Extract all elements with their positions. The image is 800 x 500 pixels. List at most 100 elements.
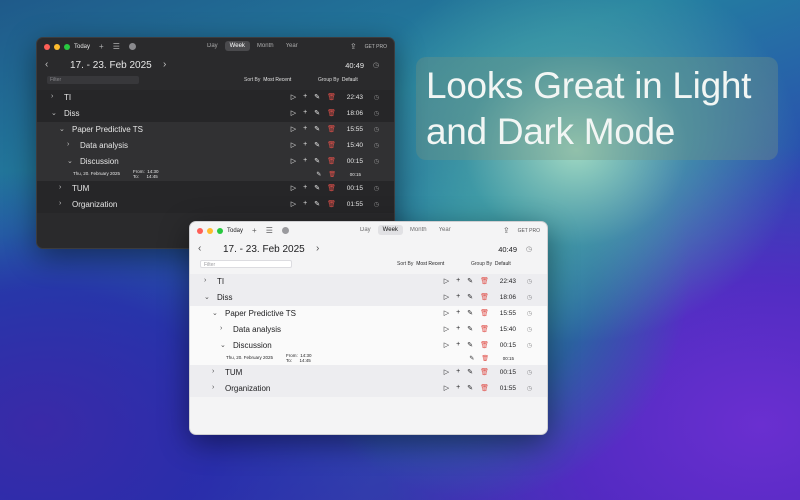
- tab-day[interactable]: Day: [355, 225, 376, 235]
- edit-icon[interactable]: ✎: [467, 368, 473, 376]
- delete-icon[interactable]: 🗑: [481, 355, 489, 362]
- delete-icon[interactable]: 🗑: [328, 171, 336, 178]
- get-pro-button[interactable]: GET PRO: [365, 44, 387, 50]
- project-row[interactable]: › TI ▷ + ✎ 🗑 22:43 ◷: [37, 90, 394, 106]
- time-entry-row[interactable]: Thu, 20. February 2025 From: 14:30 To: 1…: [190, 353, 547, 365]
- history-icon[interactable]: ◷: [374, 142, 379, 149]
- expand-icon[interactable]: ›: [212, 368, 214, 375]
- minimize-window-button[interactable]: [54, 44, 60, 50]
- expand-icon[interactable]: ›: [59, 200, 61, 207]
- delete-icon[interactable]: 🗑: [480, 309, 489, 317]
- edit-icon[interactable]: ✎: [467, 325, 473, 333]
- play-icon[interactable]: ▷: [444, 368, 449, 376]
- add-icon[interactable]: +: [303, 93, 307, 101]
- tab-day[interactable]: Day: [202, 41, 223, 51]
- edit-icon[interactable]: ✎: [314, 157, 320, 165]
- filter-input[interactable]: Filter: [200, 260, 292, 268]
- add-icon[interactable]: +: [303, 141, 307, 149]
- zoom-window-button[interactable]: [217, 228, 223, 234]
- project-row[interactable]: › TUM ▷ + ✎ 🗑 00:15 ◷: [37, 181, 394, 197]
- tab-month[interactable]: Month: [252, 41, 279, 51]
- history-icon[interactable]: ◷: [527, 326, 532, 333]
- play-icon[interactable]: ▷: [444, 277, 449, 285]
- project-row[interactable]: ⌄ Diss ▷ + ✎ 🗑 18:06 ◷: [37, 106, 394, 122]
- edit-icon[interactable]: ✎: [467, 341, 473, 349]
- share-icon[interactable]: ⇪: [503, 226, 510, 235]
- previous-week-button[interactable]: ‹: [45, 59, 48, 70]
- share-icon[interactable]: ⇪: [350, 42, 357, 51]
- delete-icon[interactable]: 🗑: [327, 125, 336, 133]
- history-icon[interactable]: ◷: [527, 278, 532, 285]
- expand-icon[interactable]: ›: [220, 325, 222, 332]
- add-icon[interactable]: +: [99, 42, 104, 51]
- delete-icon[interactable]: 🗑: [327, 93, 336, 101]
- add-icon[interactable]: +: [303, 184, 307, 192]
- history-icon[interactable]: ◷: [374, 185, 379, 192]
- project-row[interactable]: › Data analysis ▷ + ✎ 🗑 15:40 ◷: [37, 138, 394, 154]
- collapse-icon[interactable]: ⌄: [59, 125, 65, 133]
- add-icon[interactable]: +: [252, 226, 257, 235]
- close-window-button[interactable]: [197, 228, 203, 234]
- add-icon[interactable]: +: [303, 200, 307, 208]
- next-week-button[interactable]: ›: [316, 243, 319, 254]
- expand-icon[interactable]: ›: [67, 141, 69, 148]
- add-icon[interactable]: +: [456, 368, 460, 376]
- list-icon[interactable]: ☰: [266, 226, 273, 235]
- delete-icon[interactable]: 🗑: [480, 325, 489, 333]
- add-icon[interactable]: +: [456, 293, 460, 301]
- time-entry-row[interactable]: Thu, 20. February 2025 From: 14:30 To: 1…: [37, 169, 394, 181]
- project-row[interactable]: › Organization ▷ + ✎ 🗑 01:55 ◷: [37, 197, 394, 213]
- edit-icon[interactable]: ✎: [314, 200, 320, 208]
- project-row[interactable]: › TI ▷ + ✎ 🗑 22:43 ◷: [190, 274, 547, 290]
- add-icon[interactable]: +: [303, 157, 307, 165]
- delete-icon[interactable]: 🗑: [327, 141, 336, 149]
- play-icon[interactable]: ▷: [291, 93, 296, 101]
- play-icon[interactable]: ▷: [444, 309, 449, 317]
- project-row[interactable]: ⌄ Paper Predictive TS ▷ + ✎ 🗑 15:55 ◷: [37, 122, 394, 138]
- history-icon[interactable]: ◷: [374, 126, 379, 133]
- tab-year[interactable]: Year: [434, 225, 456, 235]
- edit-icon[interactable]: ✎: [467, 277, 473, 285]
- collapse-icon[interactable]: ⌄: [220, 341, 226, 349]
- previous-week-button[interactable]: ‹: [198, 243, 201, 254]
- collapse-icon[interactable]: ⌄: [212, 309, 218, 317]
- play-icon[interactable]: ▷: [291, 141, 296, 149]
- history-icon[interactable]: ◷: [527, 342, 532, 349]
- history-icon[interactable]: ◷: [527, 310, 532, 317]
- play-icon[interactable]: ▷: [444, 325, 449, 333]
- delete-icon[interactable]: 🗑: [327, 109, 336, 117]
- next-week-button[interactable]: ›: [163, 59, 166, 70]
- play-icon[interactable]: ▷: [444, 341, 449, 349]
- tab-year[interactable]: Year: [281, 41, 303, 51]
- project-row[interactable]: › TUM ▷ + ✎ 🗑 00:15 ◷: [190, 365, 547, 381]
- project-row[interactable]: › Organization ▷ + ✎ 🗑 01:55 ◷: [190, 381, 547, 397]
- group-by-control[interactable]: Group By Default: [471, 261, 511, 267]
- play-icon[interactable]: ▷: [291, 125, 296, 133]
- collapse-icon[interactable]: ⌄: [67, 157, 73, 165]
- tab-month[interactable]: Month: [405, 225, 432, 235]
- edit-icon[interactable]: ✎: [467, 309, 473, 317]
- delete-icon[interactable]: 🗑: [327, 184, 336, 192]
- add-icon[interactable]: +: [303, 125, 307, 133]
- delete-icon[interactable]: 🗑: [327, 157, 336, 165]
- expand-icon[interactable]: ›: [212, 384, 214, 391]
- play-icon[interactable]: ▷: [444, 293, 449, 301]
- project-row[interactable]: ⌄ Paper Predictive TS ▷ + ✎ 🗑 15:55 ◷: [190, 306, 547, 322]
- expand-icon[interactable]: ›: [204, 277, 206, 284]
- history-icon[interactable]: ◷: [373, 61, 379, 69]
- play-icon[interactable]: ▷: [291, 157, 296, 165]
- today-button[interactable]: Today: [74, 44, 90, 50]
- delete-icon[interactable]: 🗑: [480, 341, 489, 349]
- history-icon[interactable]: ◷: [374, 201, 379, 208]
- expand-icon[interactable]: ›: [51, 93, 53, 100]
- project-row[interactable]: › Data analysis ▷ + ✎ 🗑 15:40 ◷: [190, 322, 547, 338]
- edit-icon[interactable]: ✎: [314, 125, 320, 133]
- delete-icon[interactable]: 🗑: [480, 368, 489, 376]
- status-icon[interactable]: [281, 227, 289, 234]
- delete-icon[interactable]: 🗑: [480, 384, 489, 392]
- collapse-icon[interactable]: ⌄: [51, 109, 57, 117]
- history-icon[interactable]: ◷: [374, 158, 379, 165]
- play-icon[interactable]: ▷: [291, 184, 296, 192]
- play-icon[interactable]: ▷: [444, 384, 449, 392]
- group-by-control[interactable]: Group By Default: [318, 77, 358, 83]
